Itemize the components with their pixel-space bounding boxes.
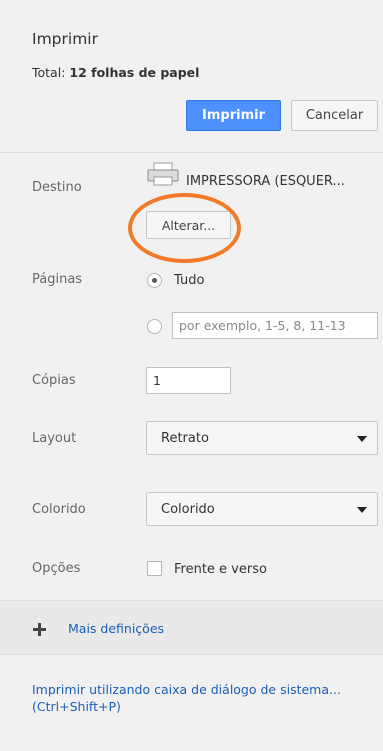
duplex-label: Frente e verso (174, 562, 267, 577)
dialog-title: Imprimir (32, 30, 98, 48)
change-destination-button[interactable]: Alterar... (146, 211, 231, 239)
total-label: Total: (32, 65, 66, 80)
system-dialog-shortcut: (Ctrl+Shift+P) (32, 699, 121, 714)
print-button[interactable]: Imprimir (186, 100, 281, 131)
color-label: Colorido (32, 502, 86, 517)
total-value: 12 folhas de papel (69, 65, 200, 80)
layout-label: Layout (32, 431, 77, 446)
layout-value: Retrato (161, 430, 209, 446)
copies-input[interactable]: 1 (146, 367, 231, 394)
printer-icon (147, 162, 179, 186)
pages-all-label: Tudo (174, 273, 205, 288)
pages-all-radio[interactable] (147, 273, 162, 288)
total-sheets: Total: 12 folhas de papel (32, 65, 199, 80)
print-header: Imprimir Total: 12 folhas de papel Impri… (0, 0, 383, 153)
options-label: Opções (32, 561, 81, 576)
plus-icon[interactable] (33, 623, 46, 636)
system-dialog-text: Imprimir utilizando caixa de diálogo de … (32, 682, 341, 697)
pages-range-input[interactable]: por exemplo, 1-5, 8, 11-13 (172, 312, 378, 339)
color-select[interactable]: Colorido (146, 492, 378, 526)
duplex-checkbox[interactable] (147, 561, 162, 576)
color-value: Colorido (161, 501, 215, 517)
destination-label: Destino (32, 180, 82, 195)
cancel-button[interactable]: Cancelar (291, 100, 378, 131)
chevron-down-icon (357, 436, 367, 442)
layout-select[interactable]: Retrato (146, 421, 378, 455)
pages-label: Páginas (32, 272, 83, 287)
pages-custom-radio[interactable] (147, 319, 162, 334)
more-settings-link[interactable]: Mais definições (68, 620, 164, 637)
more-settings-section (0, 600, 383, 655)
chevron-down-icon (357, 507, 367, 513)
copies-label: Cópias (32, 373, 76, 388)
system-dialog-link[interactable]: Imprimir utilizando caixa de diálogo de … (32, 681, 341, 715)
printer-name: IMPRESSORA (ESQUER... (186, 174, 345, 189)
